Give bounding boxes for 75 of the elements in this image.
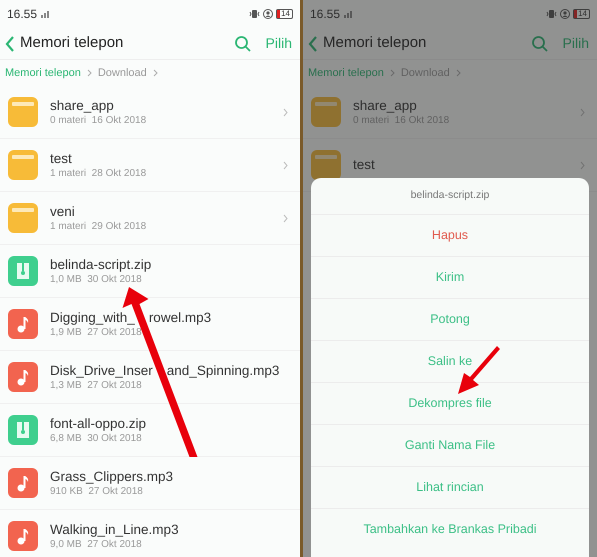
status-time: 16.55 [7,6,38,23]
select-button[interactable]: Pilih [266,33,292,54]
chevron-icon [283,214,288,222]
search-icon[interactable] [234,34,252,52]
file-details: 6,8 MB 30 Okt 2018 [50,432,142,444]
vibrate-icon [249,9,260,19]
file-details: 0 materi 16 Okt 2018 [50,114,146,126]
file-details: 1 materi 29 Okt 2018 [50,220,146,232]
menu-item[interactable]: Tambahkan ke Brankas Pribadi [311,508,589,550]
file-name: share_app [50,98,114,114]
screen-title: Memori telepon [323,33,426,54]
folder-icon [311,97,341,127]
file-name: share_app [353,98,417,114]
file-details: 1,0 MB 30 Okt 2018 [50,272,142,286]
file-row[interactable]: share_app 0 materi 16 Okt 2018 [0,86,300,139]
chevron-icon [390,69,395,77]
user-icon [263,9,274,19]
file-details: 1,3 MB 27 Okt 2018 [50,378,142,392]
select-button[interactable]: Pilih [562,33,589,54]
folder-icon [8,150,38,180]
back-icon[interactable] [4,34,16,52]
signal-icon [344,10,354,18]
music-note-icon [8,309,38,339]
menu-item[interactable]: Kirim [311,256,589,298]
file-name: and_Spinning.mp3 [166,362,280,378]
file-row[interactable]: Grass_Clippers.mp3 910 KB 27 Okt 2018 [0,457,300,510]
signal-icon [41,10,52,18]
chevron-icon [283,160,288,170]
file-name: Walking_in_Line.mp3 [50,522,179,538]
archive-icon [8,256,38,286]
breadcrumb-item[interactable]: Download [98,64,147,82]
file-details: 910 KB 27 Okt 2018 [50,484,143,498]
file-details: 1,9 MB 27 Okt 2018 [50,326,142,338]
menu-item[interactable]: Ganti Nama File [311,424,589,466]
breadcrumb-item[interactable]: Memori telepon [308,64,384,82]
file-name: Digging_with_ [50,310,135,326]
chevron-icon [283,108,288,116]
music-note-icon [8,468,38,498]
battery-indicator: 14 [276,9,293,19]
chevron-icon [152,69,158,77]
battery-indicator: 14 [573,9,590,19]
file-details: 9,0 MB 27 Okt 2018 [50,538,142,550]
file-details: 1 materi 28 Okt 2018 [50,166,146,180]
folder-icon [8,203,38,233]
file-name: belinda-script.zip [50,256,152,272]
file-name: Grass_Clippers.mp3 [50,468,174,484]
folder-icon [8,97,38,127]
file-name: rowel.mp3 [148,310,212,326]
chevron-icon [580,108,585,116]
breadcrumb-item[interactable]: Memori telepon [5,64,81,82]
search-icon[interactable] [530,34,549,52]
vibrate-icon [546,9,558,19]
folder-icon [311,150,341,180]
archive-icon [8,415,38,445]
menu-item[interactable]: Potong [311,298,589,340]
annotation-arrow [455,344,501,396]
file-name: test [353,157,375,173]
back-icon[interactable] [307,34,319,52]
file-row[interactable]: Walking_in_Line.mp3 9,0 MB 27 Okt 2018 [0,510,300,557]
screen-title: Memori telepon [20,33,124,54]
chevron-icon [580,160,585,170]
file-name: Disk_Drive_Inser [50,362,153,378]
status-time: 16.55 [310,6,340,23]
user-icon [560,9,570,19]
file-row[interactable]: test 1 materi 28 Okt 2018 [0,139,300,192]
music-note-icon [8,362,38,392]
menu-item[interactable]: Lihat rincian [311,466,589,508]
chevron-icon [456,69,461,77]
file-name: font-all-oppo.zip [50,416,146,432]
file-name: veni [50,204,75,220]
menu-item[interactable]: Hapus [311,214,589,256]
file-name: test [50,150,72,166]
file-row[interactable]: veni 1 materi 29 Okt 2018 [0,192,300,245]
music-note-icon [8,521,38,551]
chevron-icon [86,69,92,77]
